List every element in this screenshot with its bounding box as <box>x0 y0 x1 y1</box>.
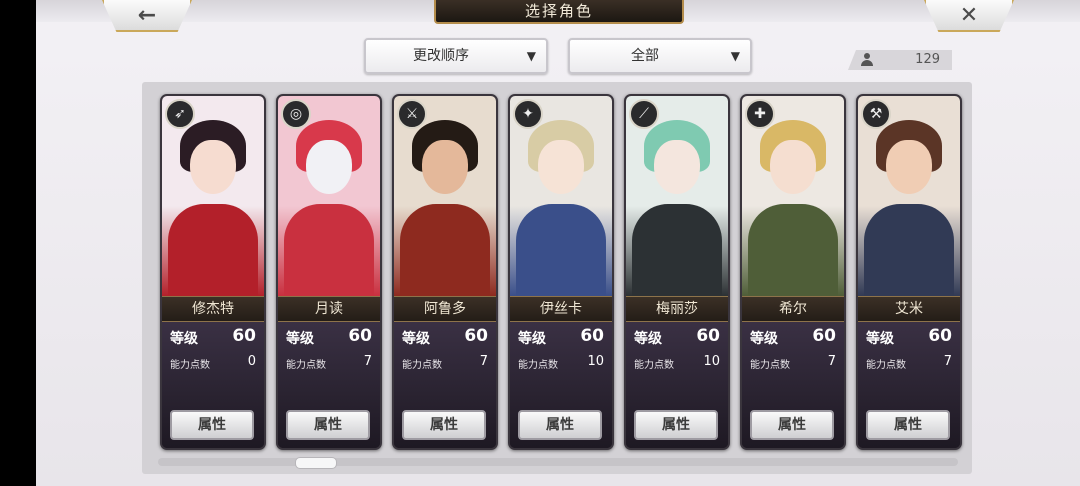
attribute-button[interactable]: 属性 <box>402 410 486 440</box>
character-name: 月读 <box>278 296 380 322</box>
horizontal-scrollbar[interactable] <box>158 458 958 466</box>
character-card[interactable]: ◎ 月读等级 60 能力点数 7 属性 <box>276 94 382 450</box>
ability-points-value: 7 <box>827 354 836 369</box>
ability-points-label: 能力点数 <box>866 360 906 371</box>
ability-points-label: 能力点数 <box>402 360 442 371</box>
blade-icon: ✦ <box>513 99 543 129</box>
attribute-button[interactable]: 属性 <box>170 410 254 440</box>
filter-dropdown[interactable]: 全部 ▼ <box>568 38 752 74</box>
attribute-button[interactable]: 属性 <box>866 410 950 440</box>
level-label: 等级 <box>866 331 894 347</box>
chevron-down-icon: ▼ <box>526 49 536 63</box>
level-label: 等级 <box>170 331 198 347</box>
level-label: 等级 <box>634 331 662 347</box>
level-value: 60 <box>580 326 604 346</box>
character-card[interactable]: ⚒ 艾米等级 60 能力点数 7 属性 <box>856 94 962 450</box>
ability-points-label: 能力点数 <box>170 360 210 371</box>
level-value: 60 <box>232 326 256 346</box>
level-value: 60 <box>464 326 488 346</box>
character-name: 希尔 <box>742 296 844 322</box>
portrait-outfit <box>748 204 838 296</box>
ability-points-value: 0 <box>247 354 256 369</box>
level-value: 60 <box>348 326 372 346</box>
portrait-outfit <box>284 204 374 296</box>
portrait-face <box>538 140 584 194</box>
portrait-outfit <box>864 204 954 296</box>
ability-points-value: 7 <box>363 354 372 369</box>
level-value: 60 <box>696 326 720 346</box>
attribute-button[interactable]: 属性 <box>750 410 834 440</box>
character-name: 修杰特 <box>162 296 264 322</box>
ring-icon: ◎ <box>281 99 311 129</box>
portrait-face <box>654 140 700 194</box>
sort-dropdown-label: 更改顺序 <box>413 48 469 64</box>
ability-points-label: 能力点数 <box>750 360 790 371</box>
back-button[interactable]: ← <box>102 0 192 32</box>
character-card[interactable]: ⚔ 阿鲁多等级 60 能力点数 7 属性 <box>392 94 498 450</box>
scrollbar-thumb[interactable] <box>294 457 337 469</box>
portrait-outfit <box>516 204 606 296</box>
portrait-face <box>306 140 352 194</box>
bow-icon: ➶ <box>165 99 195 129</box>
attribute-button[interactable]: 属性 <box>634 410 718 440</box>
ability-points-value: 7 <box>943 354 952 369</box>
ability-points-label: 能力点数 <box>518 360 558 371</box>
character-card[interactable]: ⟋ 梅丽莎等级 60 能力点数 10 属性 <box>624 94 730 450</box>
attribute-button[interactable]: 属性 <box>286 410 370 440</box>
close-icon: ✕ <box>959 2 979 28</box>
character-stats: 等级 60 能力点数 7 属性 <box>278 322 380 448</box>
ability-points-label: 能力点数 <box>286 360 326 371</box>
character-count: 129 <box>915 52 940 67</box>
level-label: 等级 <box>750 331 778 347</box>
portrait-outfit <box>168 204 258 296</box>
person-icon <box>860 53 874 67</box>
ability-points-label: 能力点数 <box>634 360 674 371</box>
character-name: 阿鲁多 <box>394 296 496 322</box>
chevron-down-icon: ▼ <box>730 49 740 63</box>
sword-icon: ⚔ <box>397 99 427 129</box>
character-count-badge: 129 <box>848 50 952 70</box>
level-label: 等级 <box>402 331 430 347</box>
ability-points-value: 10 <box>703 354 720 369</box>
portrait-face <box>190 140 236 194</box>
character-card[interactable]: ✦ 伊丝卡等级 60 能力点数 10 属性 <box>508 94 614 450</box>
character-stats: 等级 60 能力点数 10 属性 <box>510 322 612 448</box>
ability-points-value: 7 <box>479 354 488 369</box>
character-name: 艾米 <box>858 296 960 322</box>
filter-dropdown-label: 全部 <box>631 48 659 64</box>
character-name: 伊丝卡 <box>510 296 612 322</box>
ability-points-value: 10 <box>587 354 604 369</box>
close-button[interactable]: ✕ <box>924 0 1014 32</box>
character-name: 梅丽莎 <box>626 296 728 322</box>
character-card[interactable]: ➶ 修杰特等级 60 能力点数 0 属性 <box>160 94 266 450</box>
level-value: 60 <box>812 326 836 346</box>
level-value: 60 <box>928 326 952 346</box>
character-stats: 等级 60 能力点数 7 属性 <box>394 322 496 448</box>
back-arrow-icon: ← <box>137 2 157 28</box>
hammer-icon: ⚒ <box>861 99 891 129</box>
portrait-outfit <box>400 204 490 296</box>
screen: ← 选择角色 ✕ 更改顺序 ▼ 全部 ▼ 129 ➶ 修杰特等级 60 能力点数 0 属性… <box>36 0 1080 486</box>
character-stats: 等级 60 能力点数 10 属性 <box>626 322 728 448</box>
character-stats: 等级 60 能力点数 0 属性 <box>162 322 264 448</box>
portrait-face <box>770 140 816 194</box>
portrait-outfit <box>632 204 722 296</box>
sort-dropdown[interactable]: 更改顺序 ▼ <box>364 38 548 74</box>
level-label: 等级 <box>286 331 314 347</box>
portrait-face <box>886 140 932 194</box>
character-stats: 等级 60 能力点数 7 属性 <box>858 322 960 448</box>
character-stats: 等级 60 能力点数 7 属性 <box>742 322 844 448</box>
attribute-button[interactable]: 属性 <box>518 410 602 440</box>
staff-icon: ✚ <box>745 99 775 129</box>
page-title: 选择角色 <box>434 0 684 24</box>
level-label: 等级 <box>518 331 546 347</box>
portrait-face <box>422 140 468 194</box>
character-card[interactable]: ✚ 希尔等级 60 能力点数 7 属性 <box>740 94 846 450</box>
spear-icon: ⟋ <box>629 99 659 129</box>
character-card-list: ➶ 修杰特等级 60 能力点数 0 属性 ◎ 月读等级 60 能力点数 7 属性 ⚔ 阿鲁多等级 60 能力点… <box>160 94 962 450</box>
